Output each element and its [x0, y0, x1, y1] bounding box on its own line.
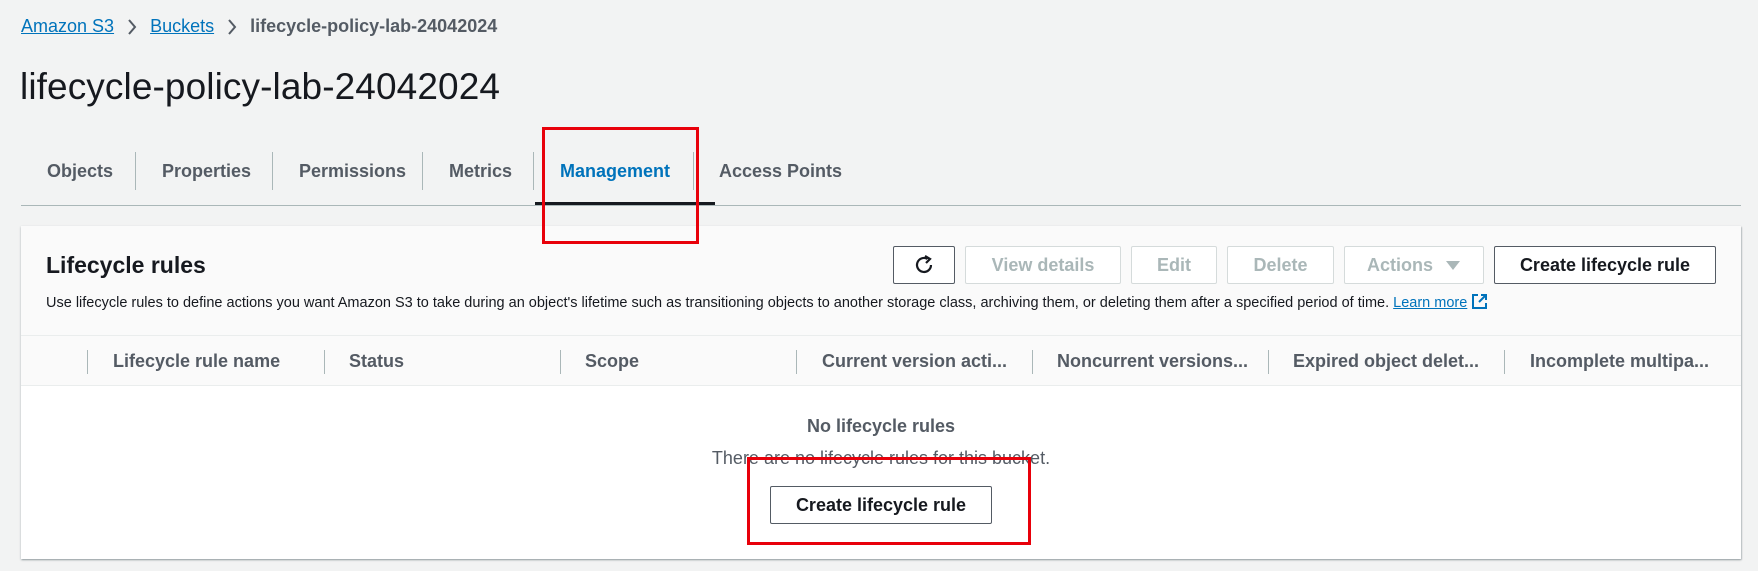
- panel-description: Use lifecycle rules to define actions yo…: [46, 293, 1488, 314]
- refresh-icon: [915, 255, 933, 274]
- empty-state-title: No lifecycle rules: [806, 416, 956, 436]
- actions-dropdown-button[interactable]: Actions: [1344, 246, 1484, 284]
- actions-label: Actions: [1366, 254, 1433, 275]
- tab-properties[interactable]: Properties: [162, 151, 251, 191]
- breadcrumb-link-buckets[interactable]: Buckets: [150, 16, 214, 37]
- chevron-right-icon: [214, 17, 250, 37]
- active-tab-indicator: [535, 202, 715, 205]
- table-header: Lifecycle rule name Status Scope Current…: [21, 336, 1741, 386]
- column-header-current-version-actions[interactable]: Current version acti...: [822, 336, 1007, 386]
- breadcrumb-current: lifecycle-policy-lab-24042024: [250, 16, 498, 36]
- tab-divider: [693, 152, 694, 190]
- column-header-noncurrent-versions[interactable]: Noncurrent versions...: [1057, 336, 1248, 386]
- column-divider: [1504, 350, 1505, 374]
- column-header-expired-object-delete[interactable]: Expired object delet...: [1293, 336, 1479, 386]
- lifecycle-rules-panel: Lifecycle rules View details Edit Delete…: [21, 226, 1741, 559]
- tab-permissions[interactable]: Permissions: [299, 151, 406, 191]
- breadcrumb-link-amazon-s3[interactable]: Amazon S3: [21, 16, 114, 37]
- empty-state-create-lifecycle-rule-button[interactable]: Create lifecycle rule: [770, 486, 992, 524]
- tab-access-points[interactable]: Access Points: [719, 151, 842, 191]
- column-divider: [324, 350, 325, 374]
- page-title: lifecycle-policy-lab-24042024: [20, 66, 501, 107]
- caret-down-icon: [1446, 261, 1460, 270]
- refresh-button[interactable]: [893, 246, 955, 284]
- tab-metrics[interactable]: Metrics: [449, 151, 512, 191]
- empty-state-message: There are no lifecycle rules for this bu…: [711, 448, 1051, 468]
- column-divider: [1268, 350, 1269, 374]
- view-details-button[interactable]: View details: [965, 246, 1121, 284]
- breadcrumb: Amazon S3 Buckets lifecycle-policy-lab-2…: [21, 16, 497, 37]
- tab-divider: [135, 152, 136, 190]
- tab-management[interactable]: Management: [560, 151, 670, 191]
- description-text: Use lifecycle rules to define actions yo…: [46, 295, 1390, 311]
- column-divider: [1032, 350, 1033, 374]
- edit-button[interactable]: Edit: [1131, 246, 1217, 284]
- column-divider: [560, 350, 561, 374]
- learn-more-link[interactable]: Learn more: [1393, 295, 1467, 311]
- create-lifecycle-rule-button[interactable]: Create lifecycle rule: [1494, 246, 1716, 284]
- panel-header: Lifecycle rules View details Edit Delete…: [21, 226, 1741, 336]
- tab-divider: [533, 152, 534, 190]
- tab-divider: [422, 152, 423, 190]
- column-divider: [87, 350, 88, 374]
- column-header-incomplete-multipart[interactable]: Incomplete multipa...: [1530, 336, 1709, 386]
- column-divider: [796, 350, 797, 374]
- column-header-scope[interactable]: Scope: [585, 336, 639, 386]
- chevron-right-icon: [114, 17, 150, 37]
- tab-objects[interactable]: Objects: [47, 151, 113, 191]
- delete-button[interactable]: Delete: [1227, 246, 1334, 284]
- tab-bar: Objects Properties Permissions Metrics M…: [21, 140, 1741, 206]
- column-header-rule-name[interactable]: Lifecycle rule name: [113, 336, 280, 386]
- tab-divider: [272, 152, 273, 190]
- column-header-status[interactable]: Status: [349, 336, 404, 386]
- external-link-icon[interactable]: [1471, 293, 1488, 314]
- panel-title: Lifecycle rules: [46, 252, 206, 278]
